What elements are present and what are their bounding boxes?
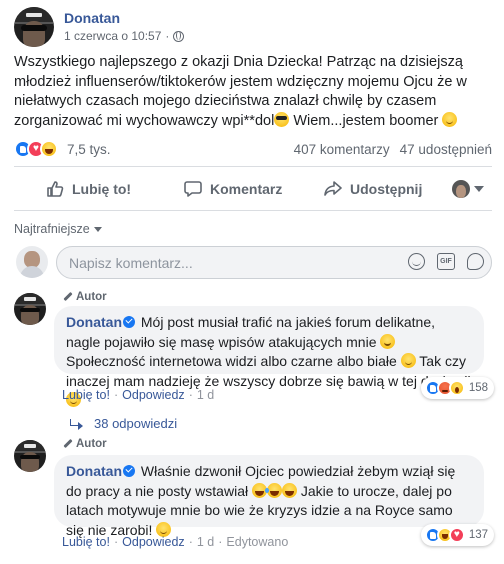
caret-down-icon: [93, 226, 102, 232]
winking-tongue-emoji-icon: [380, 333, 396, 349]
reaction-summary[interactable]: 7,5 tys.: [14, 140, 111, 158]
composer-tools: GIF: [408, 253, 484, 270]
rolling-laughing-emoji-icon: [264, 482, 282, 498]
comment-reaction-count: 137: [468, 529, 488, 541]
reply-arrow-icon: [70, 418, 84, 430]
comment-author-avatar[interactable]: [14, 293, 46, 325]
share-label: Udostępnij: [350, 181, 423, 197]
author-badge: Autor: [62, 438, 107, 450]
comment: Autor Donatan Właśnie dzwonił Ojciec pow…: [14, 438, 494, 558]
wow-reaction-icon: [448, 380, 465, 396]
comment-sort-dropdown[interactable]: Najtrafniejsze: [14, 222, 102, 236]
sort-label: Najtrafniejsze: [14, 222, 90, 236]
post-action-bar: Lubię to! Komentarz Udostępnij: [14, 172, 492, 206]
comment: Autor Donatan Mój post musiał trafić na …: [14, 291, 494, 431]
comment-bubble: Donatan Właśnie dzwonił Ojciec powiedzia…: [54, 455, 484, 538]
author-badge-label: Autor: [76, 438, 107, 450]
slightly-smiling-emoji-icon: [442, 111, 458, 127]
author-badge-label: Autor: [76, 291, 107, 303]
post-header: Donatan 1 czerwca o 10:57 ·: [14, 7, 484, 47]
post-text: Wszystkiego najlepszego z okazji Dnia Dz…: [14, 53, 492, 131]
comment-like-link[interactable]: Lubię to!: [62, 535, 110, 549]
pen-icon: [62, 439, 72, 449]
view-replies-link[interactable]: 38 odpowiedzi: [70, 416, 177, 431]
post-stats: 7,5 tys. 407 komentarzy 47 udostępnień: [14, 138, 492, 160]
comment-reply-link[interactable]: Odpowiedz: [122, 535, 185, 549]
love-reaction-icon: [448, 527, 465, 543]
comment-text-part: Społeczność internetowa widzi albo czarn…: [66, 353, 401, 369]
reaction-count[interactable]: 7,5 tys.: [67, 142, 111, 157]
viewer-avatar: [452, 180, 470, 198]
post-meta: 1 czerwca o 10:57 ·: [64, 29, 185, 43]
comment-reply-link[interactable]: Odpowiedz: [122, 388, 185, 402]
comment-like-link[interactable]: Lubię to!: [62, 388, 110, 402]
thumbs-up-icon: [47, 181, 64, 197]
sunglasses-emoji-icon: [274, 111, 290, 127]
verified-badge-icon: [123, 465, 135, 477]
profile-switcher[interactable]: [452, 180, 484, 198]
comment-reaction-count: 158: [468, 382, 488, 394]
emoji-picker-icon[interactable]: [408, 253, 425, 270]
comment-edited[interactable]: Edytowano: [226, 535, 288, 549]
comment-author-avatar[interactable]: [14, 440, 46, 472]
author-avatar[interactable]: [14, 7, 54, 47]
post-author-name[interactable]: Donatan: [64, 10, 120, 26]
comment-composer: GIF: [14, 243, 494, 281]
comment-reactions[interactable]: 137: [420, 524, 494, 546]
comment-reactions[interactable]: 158: [420, 377, 494, 399]
globe-icon[interactable]: [173, 30, 185, 42]
haha-reaction-icon: [40, 140, 58, 158]
slightly-smiling-emoji-icon: [400, 353, 416, 368]
post-date[interactable]: 1 czerwca o 10:57: [64, 29, 161, 43]
like-label: Lubię to!: [72, 181, 132, 197]
author-badge: Autor: [62, 291, 107, 303]
caret-down-icon: [474, 186, 484, 192]
comment-time[interactable]: 1 d: [197, 388, 214, 402]
comments-count[interactable]: 407 komentarzy: [294, 142, 390, 157]
share-button[interactable]: Udostępnij: [324, 172, 422, 206]
comment-button[interactable]: Komentarz: [184, 172, 282, 206]
divider: [14, 166, 492, 167]
pen-icon: [62, 292, 72, 302]
comment-actions: Lubię to! · Odpowiedz · 1 d · Edytowano: [62, 535, 289, 549]
sticker-icon[interactable]: [467, 253, 484, 270]
viewer-avatar: [16, 246, 48, 278]
like-button[interactable]: Lubię to!: [46, 172, 131, 206]
replies-count: 38 odpowiedzi: [94, 416, 178, 431]
comment-label: Komentarz: [210, 181, 283, 197]
divider: [14, 210, 492, 211]
comment-actions: Lubię to! · Odpowiedz · 1 d: [62, 388, 215, 402]
share-icon: [324, 181, 342, 196]
comment-icon: [184, 181, 202, 197]
meta-separator: ·: [165, 29, 170, 43]
post-text-part: Wiem...jestem boomer: [289, 112, 443, 129]
comment-time[interactable]: 1 d: [197, 535, 214, 549]
comment-author-name[interactable]: Donatan: [66, 314, 122, 330]
comment-bubble: Donatan Mój post musiał trafić na jakieś…: [54, 306, 484, 407]
gif-icon[interactable]: GIF: [437, 253, 455, 270]
verified-badge-icon: [123, 316, 135, 328]
shares-count[interactable]: 47 udostępnień: [400, 142, 492, 157]
comment-author-name[interactable]: Donatan: [66, 463, 122, 479]
laughing-tears-emoji-icon: [281, 482, 297, 498]
